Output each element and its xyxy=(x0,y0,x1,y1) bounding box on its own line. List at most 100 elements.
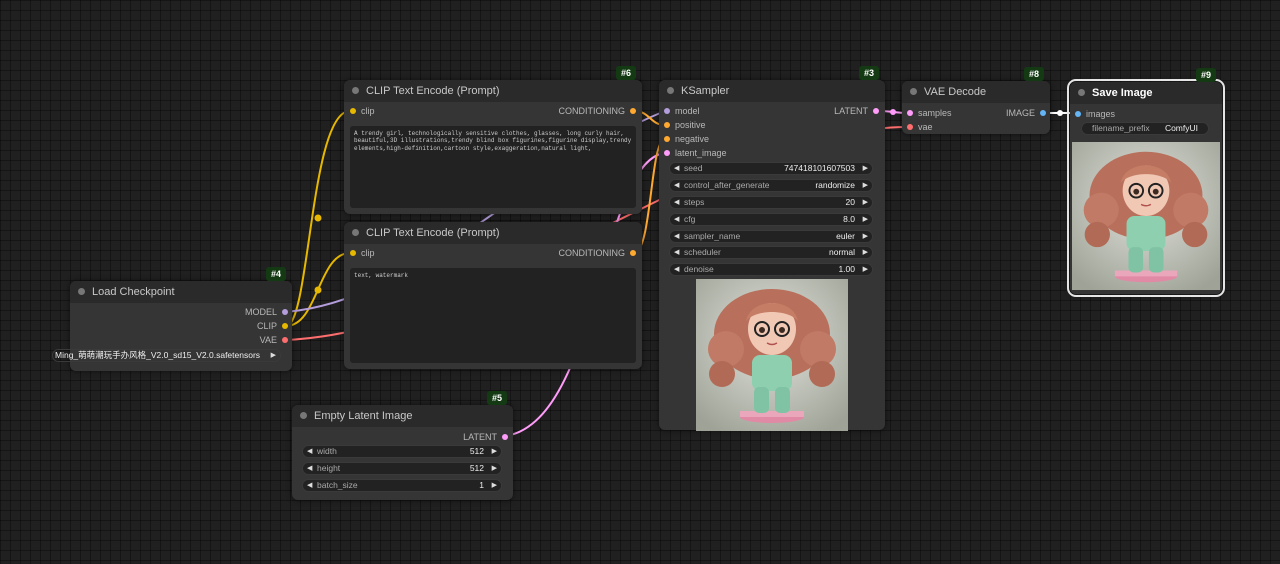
increment-arrow-icon[interactable]: ▶ xyxy=(863,180,868,191)
widget-value[interactable]: 512 xyxy=(470,446,484,457)
ksampler-node[interactable]: #3 KSampler model positive negative late… xyxy=(659,66,885,431)
conditioning-output-dot-icon[interactable] xyxy=(630,250,636,256)
widget-value[interactable]: ComfyUI xyxy=(1165,123,1198,134)
input-slot-samples[interactable]: samples xyxy=(905,106,952,120)
widget-value[interactable]: 1.00 xyxy=(838,264,855,275)
increment-arrow-icon[interactable]: ▶ xyxy=(863,197,868,208)
output-slot-image[interactable]: IMAGE xyxy=(1006,106,1048,120)
increment-arrow-icon[interactable]: ▶ xyxy=(863,247,868,258)
widget-value[interactable]: 20 xyxy=(846,197,855,208)
decrement-arrow-icon[interactable]: ◀ xyxy=(307,446,312,457)
node-title[interactable]: CLIP Text Encode (Prompt) xyxy=(344,222,642,244)
decrement-arrow-icon[interactable]: ◀ xyxy=(674,231,679,242)
denoise-widget[interactable]: ◀ denoise 1.00 ▶ xyxy=(669,263,873,276)
clip-text-encode-negative-node[interactable]: CLIP Text Encode (Prompt) clip CONDITION… xyxy=(344,222,642,369)
prompt-textarea[interactable]: A trendy girl, technologically sensitive… xyxy=(350,126,636,208)
filename-prefix-widget[interactable]: filename_prefix ComfyUI xyxy=(1081,122,1209,135)
output-slot-clip[interactable]: CLIP xyxy=(257,319,290,333)
input-slot-model[interactable]: model xyxy=(662,104,700,118)
image-output-dot-icon[interactable] xyxy=(1040,110,1046,116)
increment-arrow-icon[interactable]: ▶ xyxy=(863,163,868,174)
model-input-dot-icon[interactable] xyxy=(664,108,670,114)
conditioning-output-dot-icon[interactable] xyxy=(630,108,636,114)
node-title[interactable]: CLIP Text Encode (Prompt) xyxy=(344,80,642,102)
increment-arrow-icon[interactable]: ▶ xyxy=(492,446,497,457)
collapse-dot-icon[interactable] xyxy=(78,288,85,295)
vae-output-dot-icon[interactable] xyxy=(282,337,288,343)
collapse-dot-icon[interactable] xyxy=(352,229,359,236)
load-checkpoint-node[interactable]: #4 Load Checkpoint MODEL CLIP VAE Ming_萌… xyxy=(52,267,292,371)
cfg-widget[interactable]: ◀ cfg 8.0 ▶ xyxy=(669,213,873,226)
clip-input-dot-icon[interactable] xyxy=(350,250,356,256)
collapse-dot-icon[interactable] xyxy=(300,412,307,419)
node-title[interactable]: Save Image xyxy=(1070,82,1222,104)
seed-widget[interactable]: ◀ seed 747418101607503 ▶ xyxy=(669,162,873,175)
input-slot-negative[interactable]: negative xyxy=(662,132,709,146)
input-slot-vae[interactable]: vae xyxy=(905,120,933,134)
clip-output-dot-icon[interactable] xyxy=(282,323,288,329)
decrement-arrow-icon[interactable]: ◀ xyxy=(674,247,679,258)
positive-input-dot-icon[interactable] xyxy=(664,122,670,128)
node-title[interactable]: KSampler xyxy=(659,80,885,102)
checkpoint-filename[interactable]: Ming_萌萌潮玩手办风格_V2.0_sd15_V2.0.safetensors xyxy=(55,350,260,361)
node-title[interactable]: VAE Decode xyxy=(902,81,1050,103)
sampler-name-widget[interactable]: ◀ sampler_name euler ▶ xyxy=(669,230,873,243)
vae-decode-node[interactable]: #8 VAE Decode samples vae IMAGE xyxy=(902,67,1050,134)
control-after-generate-widget[interactable]: ◀ control_after_generate randomize ▶ xyxy=(669,179,873,192)
widget-value[interactable]: euler xyxy=(836,231,855,242)
decrement-arrow-icon[interactable]: ◀ xyxy=(674,197,679,208)
save-image-node[interactable]: #9 Save Image images filename_prefix Com… xyxy=(1067,68,1225,297)
decrement-arrow-icon[interactable]: ◀ xyxy=(674,264,679,275)
node-title[interactable]: Empty Latent Image xyxy=(292,405,513,427)
widget-value[interactable]: normal xyxy=(829,247,855,258)
node-title[interactable]: Load Checkpoint xyxy=(70,281,292,303)
height-widget[interactable]: ◀ height 512 ▶ xyxy=(302,462,502,475)
increment-arrow-icon[interactable]: ▶ xyxy=(492,463,497,474)
widget-value[interactable]: randomize xyxy=(815,180,855,191)
output-slot-conditioning[interactable]: CONDITIONING xyxy=(559,104,639,118)
decrement-arrow-icon[interactable]: ◀ xyxy=(674,214,679,225)
prompt-textarea[interactable]: text, watermark xyxy=(350,268,636,363)
input-slot-images[interactable]: images xyxy=(1073,107,1115,121)
output-slot-latent[interactable]: LATENT xyxy=(463,430,510,444)
increment-arrow-icon[interactable]: ▶ xyxy=(492,480,497,491)
widget-value[interactable]: 1 xyxy=(479,480,484,491)
images-input-dot-icon[interactable] xyxy=(1075,111,1081,117)
model-output-dot-icon[interactable] xyxy=(282,309,288,315)
decrement-arrow-icon[interactable]: ◀ xyxy=(674,180,679,191)
input-slot-clip[interactable]: clip xyxy=(348,246,375,260)
output-slot-vae[interactable]: VAE xyxy=(260,333,290,347)
decrement-arrow-icon[interactable]: ◀ xyxy=(307,480,312,491)
increment-arrow-icon[interactable]: ▶ xyxy=(863,264,868,275)
latent-output-dot-icon[interactable] xyxy=(502,434,508,440)
increment-arrow-icon[interactable]: ▶ xyxy=(863,214,868,225)
width-widget[interactable]: ◀ width 512 ▶ xyxy=(302,445,502,458)
collapse-dot-icon[interactable] xyxy=(910,88,917,95)
decrement-arrow-icon[interactable]: ◀ xyxy=(674,163,679,174)
widget-value[interactable]: 8.0 xyxy=(843,214,855,225)
input-slot-latent-image[interactable]: latent_image xyxy=(662,146,727,160)
scheduler-widget[interactable]: ◀ scheduler normal ▶ xyxy=(669,246,873,259)
batch-size-widget[interactable]: ◀ batch_size 1 ▶ xyxy=(302,479,502,492)
decrement-arrow-icon[interactable]: ◀ xyxy=(307,463,312,474)
samples-input-dot-icon[interactable] xyxy=(907,110,913,116)
input-slot-positive[interactable]: positive xyxy=(662,118,706,132)
input-slot-clip[interactable]: clip xyxy=(348,104,375,118)
empty-latent-image-node[interactable]: #5 Empty Latent Image LATENT ◀ width 512… xyxy=(292,391,513,500)
output-slot-latent[interactable]: LATENT xyxy=(834,104,881,118)
widget-value[interactable]: 747418101607503 xyxy=(784,163,855,174)
clip-input-dot-icon[interactable] xyxy=(350,108,356,114)
latent-input-dot-icon[interactable] xyxy=(664,150,670,156)
widget-value[interactable]: 512 xyxy=(470,463,484,474)
output-slot-model[interactable]: MODEL xyxy=(245,305,290,319)
output-slot-conditioning[interactable]: CONDITIONING xyxy=(559,246,639,260)
collapse-dot-icon[interactable] xyxy=(667,87,674,94)
negative-input-dot-icon[interactable] xyxy=(664,136,670,142)
dropdown-arrow-icon[interactable]: ▶ xyxy=(271,350,276,361)
increment-arrow-icon[interactable]: ▶ xyxy=(863,231,868,242)
collapse-dot-icon[interactable] xyxy=(1078,89,1085,96)
collapse-dot-icon[interactable] xyxy=(352,87,359,94)
latent-output-dot-icon[interactable] xyxy=(873,108,879,114)
ckpt-name-widget[interactable]: Ming_萌萌潮玩手办风格_V2.0_sd15_V2.0.safetensors… xyxy=(52,349,281,362)
vae-input-dot-icon[interactable] xyxy=(907,124,913,130)
